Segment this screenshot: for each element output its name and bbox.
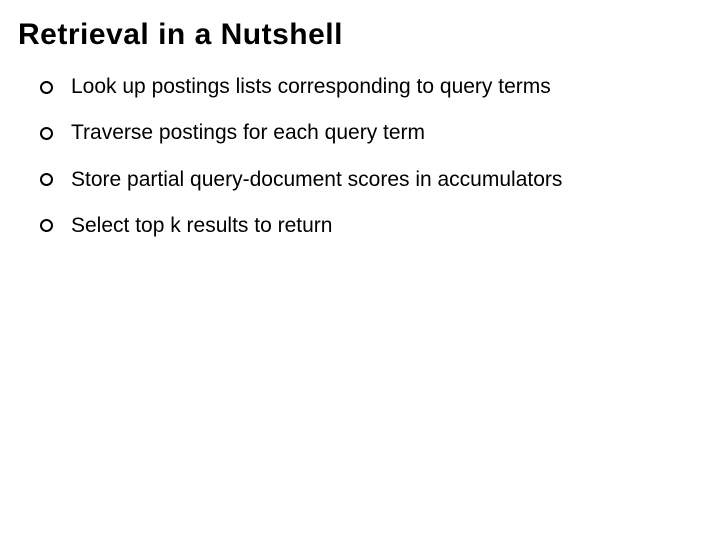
list-item: Look up postings lists corresponding to … bbox=[40, 74, 692, 100]
bullet-text: Look up postings lists corresponding to … bbox=[71, 74, 692, 100]
bullet-text: Traverse postings for each query term bbox=[71, 120, 692, 146]
bullet-text: Select top k results to return bbox=[71, 213, 692, 239]
bullet-icon bbox=[40, 219, 53, 232]
bullet-icon bbox=[40, 81, 53, 94]
slide-title: Retrieval in a Nutshell bbox=[18, 18, 692, 52]
bullet-icon bbox=[40, 127, 53, 140]
bullet-text: Store partial query-document scores in a… bbox=[71, 167, 692, 193]
slide: Retrieval in a Nutshell Look up postings… bbox=[0, 0, 720, 540]
bullet-icon bbox=[40, 173, 53, 186]
list-item: Traverse postings for each query term bbox=[40, 120, 692, 146]
list-item: Store partial query-document scores in a… bbox=[40, 167, 692, 193]
bullet-list: Look up postings lists corresponding to … bbox=[18, 74, 692, 239]
list-item: Select top k results to return bbox=[40, 213, 692, 239]
